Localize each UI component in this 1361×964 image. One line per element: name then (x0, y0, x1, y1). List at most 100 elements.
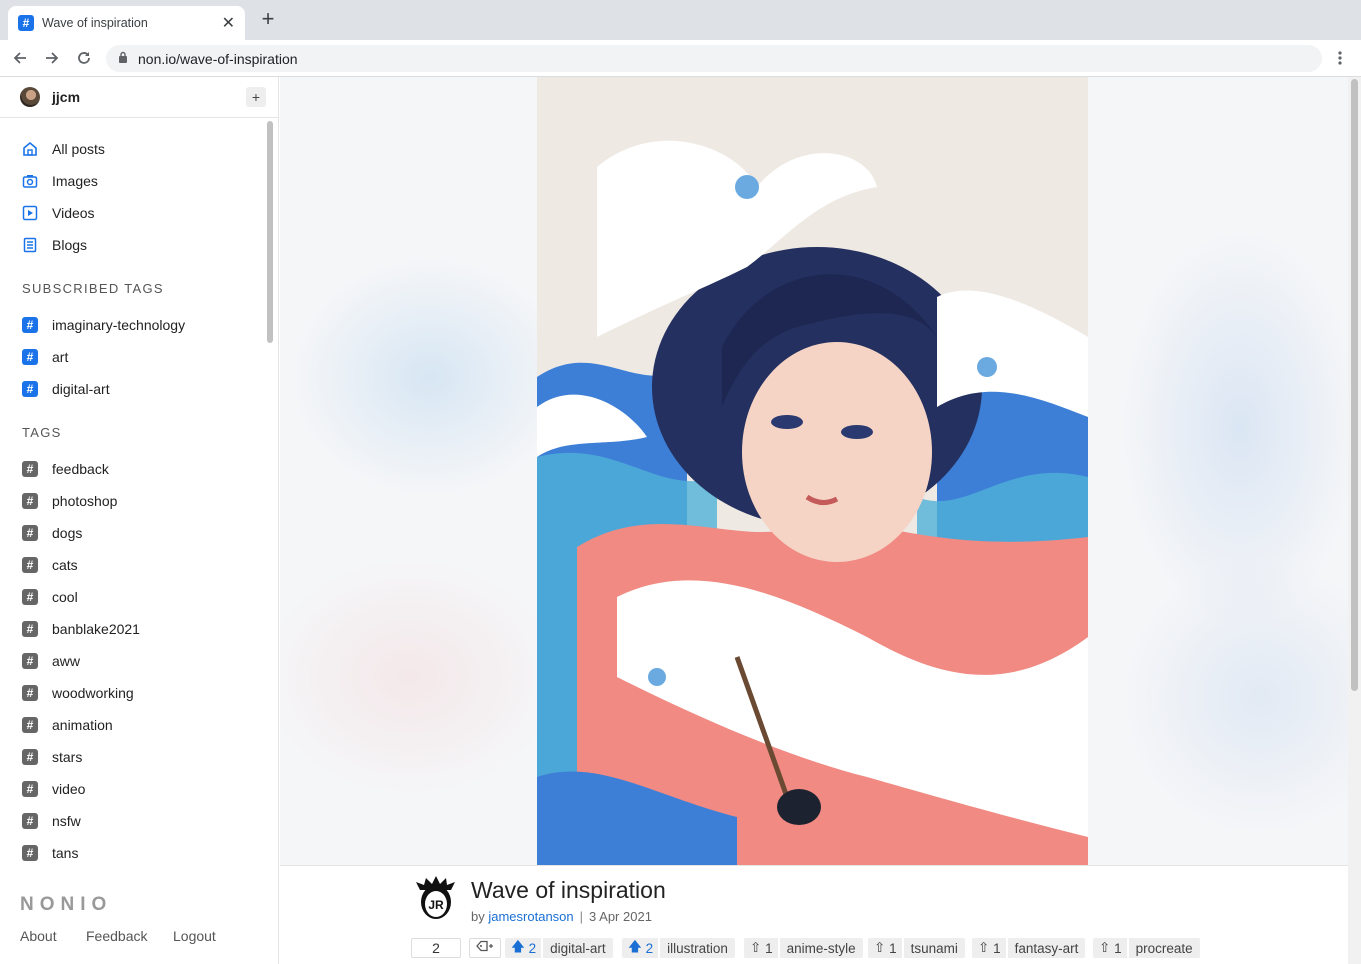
post-image[interactable] (537, 77, 1088, 865)
tag-item[interactable]: # nsfw (22, 810, 81, 832)
tag-label: art (52, 349, 69, 365)
tag-item[interactable]: # tans (22, 842, 78, 864)
tag-vote-count: 1 (993, 940, 1001, 956)
hashtag-icon: # (22, 845, 38, 861)
upvote-icon[interactable]: 🡅 2 (505, 938, 544, 958)
meta-separator: | (579, 909, 584, 924)
tag-item[interactable]: # video (22, 778, 85, 800)
tag-label: digital-art (52, 381, 110, 397)
browser-tabbar: # Wave of inspiration ✕ + (0, 0, 1361, 40)
nav-item-blogs[interactable]: Blogs (22, 234, 87, 256)
subscribed-tag-item[interactable]: # digital-art (22, 378, 110, 400)
home-icon (22, 141, 38, 157)
logout-link[interactable]: Logout (173, 928, 216, 944)
tags-heading: TAGS (22, 425, 62, 440)
tag-item[interactable]: # banblake2021 (22, 618, 140, 640)
author-avatar[interactable]: JR (414, 876, 458, 922)
upvote-icon[interactable]: 🡅 2 (622, 938, 661, 958)
nav-item-label: Blogs (52, 237, 88, 253)
tag-name: fantasy-art (1014, 940, 1079, 956)
author-link[interactable]: jamesrotanson (488, 909, 573, 924)
nav-item-label: All posts (52, 141, 105, 157)
hashtag-icon: # (22, 589, 38, 605)
nav-item-label: Videos (52, 205, 95, 221)
post-tag-tsunami[interactable]: ⇧ 1 tsunami (868, 938, 965, 958)
post-view: JR Wave of inspiration by jamesrotanson |… (280, 77, 1361, 964)
tag-label: woodworking (52, 685, 134, 701)
user-name[interactable]: jjcm (52, 89, 80, 105)
author-avatar-initials: JR (428, 898, 444, 912)
add-tag-button[interactable] (469, 938, 501, 958)
avatar[interactable] (20, 87, 40, 107)
tag-label: aww (52, 653, 81, 669)
browser-tab[interactable]: # Wave of inspiration ✕ (8, 6, 245, 40)
tag-name: anime-style (786, 940, 856, 956)
tag-label: nsfw (52, 813, 81, 829)
camera-icon (22, 173, 38, 189)
post-meta: by jamesrotanson | 3 Apr 2021 (471, 909, 652, 924)
browser-menu-icon[interactable] (1330, 46, 1350, 70)
tag-item[interactable]: # photoshop (22, 490, 117, 512)
post-date: 3 Apr 2021 (589, 909, 652, 924)
feedback-link[interactable]: Feedback (86, 928, 147, 944)
tag-item[interactable]: # woodworking (22, 682, 134, 704)
forward-icon[interactable] (40, 46, 64, 70)
nav-item-images[interactable]: Images (22, 170, 98, 192)
content-scrollbar-thumb[interactable] (1351, 79, 1358, 691)
tag-plus-icon (476, 939, 494, 957)
hashtag-icon: # (22, 557, 38, 573)
tag-item[interactable]: # feedback (22, 458, 109, 480)
tag-name: digital-art (550, 940, 606, 956)
tag-label: animation (52, 717, 113, 733)
upvote-outline-icon[interactable]: ⇧ 1 (868, 938, 904, 958)
nav-item-videos[interactable]: Videos (22, 202, 95, 224)
about-link[interactable]: About (20, 928, 57, 944)
tag-item[interactable]: # stars (22, 746, 82, 768)
tab-close-icon[interactable]: ✕ (222, 13, 235, 33)
tag-vote-count: 1 (1114, 940, 1122, 956)
hashtag-icon: # (22, 749, 38, 765)
browser-toolbar: non.io/wave-of-inspiration (0, 40, 1361, 77)
reload-icon[interactable] (72, 46, 96, 70)
back-icon[interactable] (8, 46, 32, 70)
post-title: Wave of inspiration (471, 877, 666, 903)
tab-title: Wave of inspiration (42, 16, 148, 30)
lock-icon (118, 50, 128, 68)
by-label: by (471, 909, 485, 924)
sidebar: jjcm + All posts Images Videos Blogs SUB… (0, 77, 279, 964)
sidebar-scrollbar[interactable] (267, 121, 273, 343)
tag-name: illustration (667, 940, 728, 956)
document-icon (22, 237, 38, 253)
subscribed-tag-item[interactable]: # imaginary-technology (22, 314, 185, 336)
tag-name: tsunami (910, 940, 958, 956)
hashtag-icon: # (22, 685, 38, 701)
tag-item[interactable]: # cats (22, 554, 78, 576)
post-tag-illustration[interactable]: 🡅 2 illustration (622, 938, 735, 958)
upvote-outline-icon[interactable]: ⇧ 1 (972, 938, 1008, 958)
tag-vote-count: 1 (889, 940, 897, 956)
tag-item[interactable]: # dogs (22, 522, 82, 544)
tag-label: banblake2021 (52, 621, 140, 637)
post-score: 2 (411, 938, 461, 958)
post-tag-procreate[interactable]: ⇧ 1 procreate (1093, 938, 1200, 958)
tag-item[interactable]: # cool (22, 586, 78, 608)
upvote-outline-icon[interactable]: ⇧ 1 (744, 938, 780, 958)
post-tag-anime-style[interactable]: ⇧ 1 anime-style (744, 938, 863, 958)
new-tab-icon[interactable]: + (256, 8, 280, 32)
tag-label: cool (52, 589, 78, 605)
tag-item[interactable]: # animation (22, 714, 113, 736)
post-tag-digital-art[interactable]: 🡅 2 digital-art (505, 938, 613, 958)
post-info: JR Wave of inspiration by jamesrotanson |… (280, 865, 1348, 964)
create-post-button[interactable]: + (246, 87, 266, 107)
url-text: non.io/wave-of-inspiration (138, 50, 298, 67)
address-bar[interactable]: non.io/wave-of-inspiration (106, 45, 1322, 72)
upvote-outline-icon[interactable]: ⇧ 1 (1093, 938, 1129, 958)
hashtag-icon: # (22, 349, 38, 365)
nav-item-all-posts[interactable]: All posts (22, 138, 105, 160)
subscribed-tags-heading: SUBSCRIBED TAGS (22, 281, 164, 296)
tag-label: stars (52, 749, 83, 765)
subscribed-tag-item[interactable]: # art (22, 346, 68, 368)
nav-item-label: Images (52, 173, 98, 189)
post-tag-fantasy-art[interactable]: ⇧ 1 fantasy-art (972, 938, 1086, 958)
tag-item[interactable]: # aww (22, 650, 80, 672)
